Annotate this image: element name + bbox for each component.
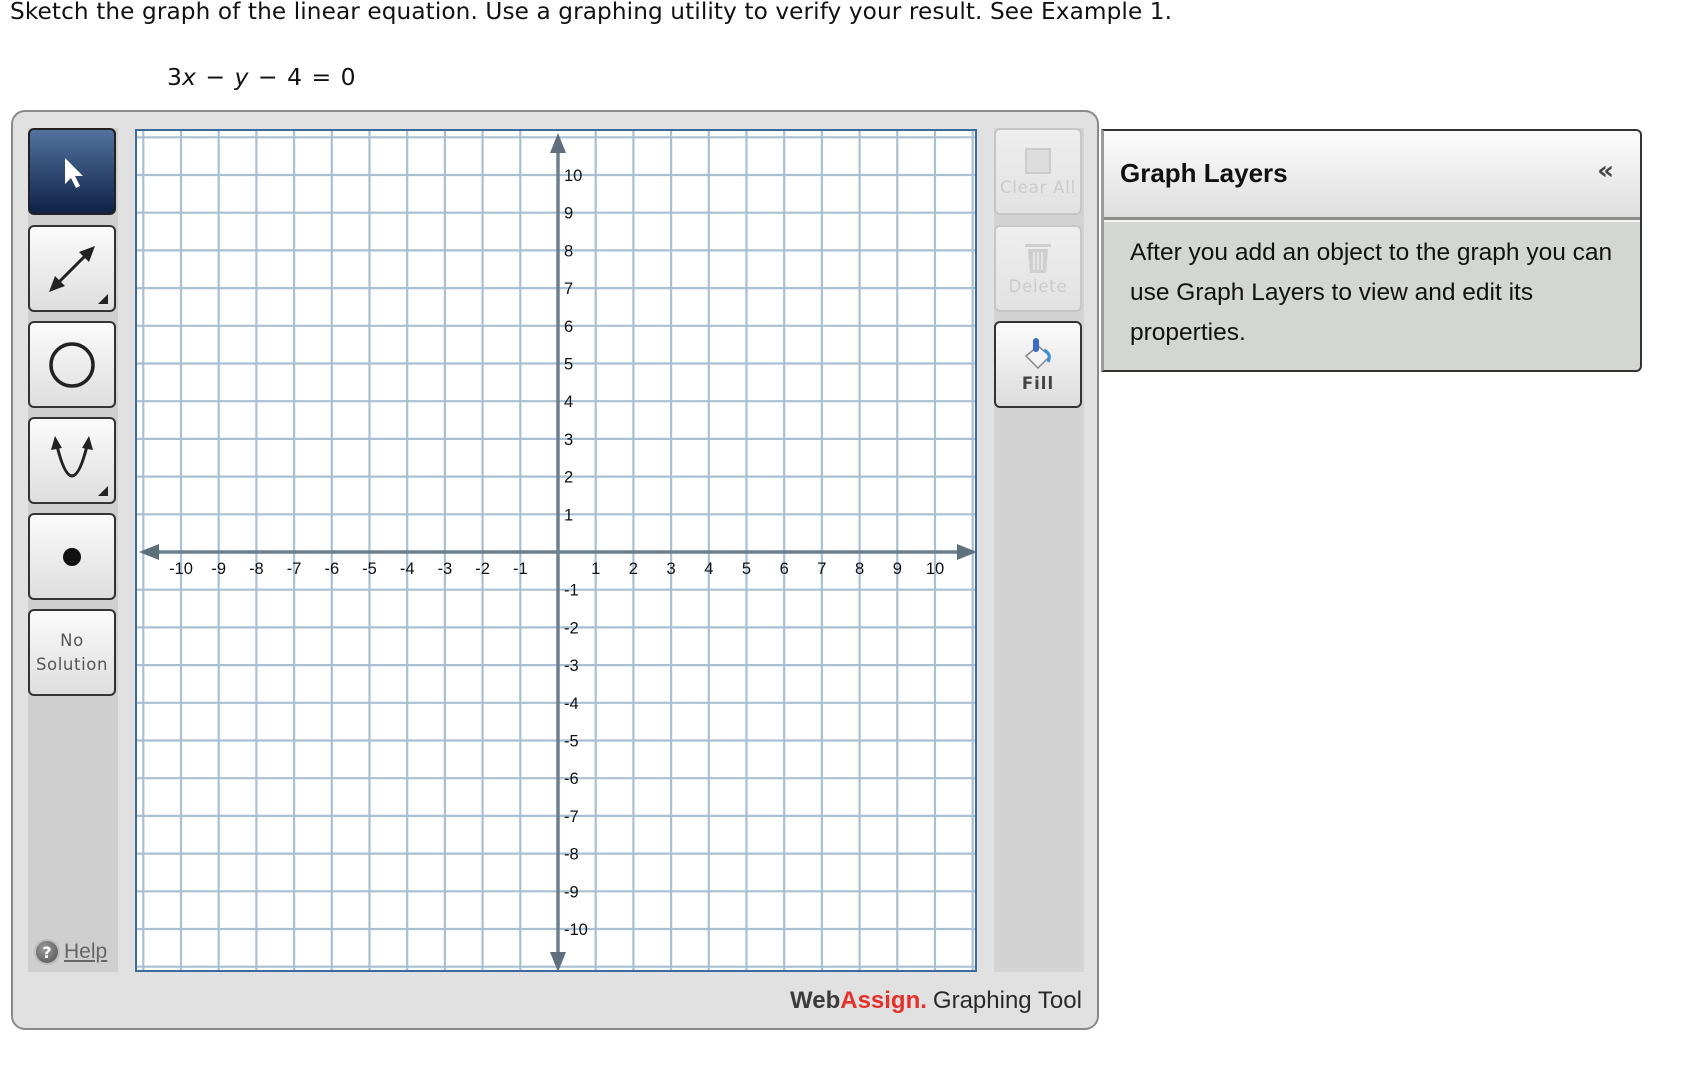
parabola-tool-button[interactable] <box>28 417 116 504</box>
circle-icon <box>49 341 95 388</box>
equation-x: x <box>181 63 196 91</box>
y-tick-label: -7 <box>564 808 579 826</box>
y-tick-label: 1 <box>564 506 573 524</box>
y-tick-label: -10 <box>564 921 588 939</box>
graph-layers-title: Graph Layers <box>1120 158 1288 188</box>
delete-button[interactable]: Delete <box>994 225 1082 312</box>
collapse-icon[interactable]: « <box>1597 156 1614 186</box>
no-solution-label-line1: No <box>60 630 84 650</box>
graph-layers-panel: Graph Layers « After you add an object t… <box>1101 129 1642 372</box>
y-tick-label: 8 <box>564 242 573 260</box>
y-tick-label: -1 <box>564 582 579 600</box>
submenu-indicator-icon <box>98 486 108 496</box>
help-link[interactable]: ? Help <box>34 939 107 965</box>
x-tick-label: -8 <box>249 560 264 578</box>
submenu-indicator-icon <box>98 294 108 304</box>
logo-assign: Assign. <box>840 987 927 1014</box>
clear-all-button[interactable]: Clear All <box>994 128 1082 215</box>
graph-layers-header: Graph Layers « <box>1104 131 1640 220</box>
x-axis-left-arrow-icon <box>139 544 159 560</box>
delete-label: Delete <box>1008 277 1068 296</box>
y-tick-label: 6 <box>564 318 573 336</box>
trash-icon <box>1025 244 1051 273</box>
x-tick-label: 10 <box>926 560 944 578</box>
x-tick-label: 7 <box>817 560 826 578</box>
equation: 3x − y − 4 = 0 <box>167 63 356 91</box>
x-tick-label: -9 <box>211 560 226 578</box>
x-tick-label: -3 <box>438 560 453 578</box>
x-tick-label: 1 <box>591 560 600 578</box>
x-tick-label: 6 <box>780 560 789 578</box>
y-tick-label: -2 <box>564 619 579 637</box>
logo-graphing-tool: Graphing Tool <box>932 987 1082 1014</box>
clear-all-label: Clear All <box>999 178 1077 197</box>
y-axis-up-arrow-icon <box>550 133 566 153</box>
fill-label: Fill <box>1021 374 1055 393</box>
x-axis-right-arrow-icon <box>957 544 975 560</box>
parabola-icon <box>51 435 93 477</box>
x-tick-label: -2 <box>475 560 490 578</box>
y-tick-label: -9 <box>564 883 579 901</box>
point-icon <box>63 547 81 566</box>
circle-tool-button[interactable] <box>28 321 116 408</box>
y-tick-label: 9 <box>564 205 573 223</box>
y-tick-label: 10 <box>564 167 582 185</box>
x-tick-label: -10 <box>169 560 193 578</box>
x-tick-label: 3 <box>667 560 676 578</box>
y-tick-label: -5 <box>564 733 579 751</box>
x-tick-label: 4 <box>704 560 713 578</box>
x-tick-label: 2 <box>629 560 638 578</box>
line-tool-button[interactable] <box>28 225 116 312</box>
y-tick-label: -6 <box>564 770 579 788</box>
y-tick-label: 3 <box>564 431 573 449</box>
y-tick-label: 4 <box>564 393 573 411</box>
x-tick-label: 8 <box>855 560 864 578</box>
x-tick-label: -1 <box>513 560 528 578</box>
help-icon: ? <box>34 939 60 965</box>
webassign-logo: WebAssign. Graphing Tool <box>790 987 1082 1015</box>
y-tick-label: -3 <box>564 657 579 675</box>
no-solution-button[interactable]: No Solution <box>28 609 116 696</box>
point-tool-button[interactable] <box>28 513 116 600</box>
y-tick-label: 7 <box>564 280 573 298</box>
y-tick-label: -4 <box>564 695 579 713</box>
equation-y: y <box>234 63 249 91</box>
help-label[interactable]: Help <box>64 940 107 964</box>
x-tick-label: 5 <box>742 560 751 578</box>
y-tick-label: -8 <box>564 846 579 864</box>
fill-button[interactable]: Fill <box>994 321 1082 408</box>
logo-web: Web <box>790 987 841 1014</box>
question-prompt: Sketch the graph of the linear equation.… <box>10 0 1173 25</box>
select-tool-button[interactable] <box>28 128 116 215</box>
equation-minus: − <box>195 63 235 91</box>
no-solution-label-line2: Solution <box>35 654 109 674</box>
x-tick-label: -5 <box>362 560 377 578</box>
y-tick-label: 2 <box>564 469 573 487</box>
coordinate-plane[interactable]: -10 -9 -8 -7 -6 -5 -4 -3 -2 -1 1 2 3 4 5 6 7 8 9 10 10 9 8 7 6 5 4… <box>137 131 977 972</box>
paint-bucket-icon <box>1024 338 1052 370</box>
graph-layers-description: After you add an object to the graph you… <box>1130 239 1613 346</box>
equation-rest: − 4 = 0 <box>248 63 356 91</box>
x-tick-label: -4 <box>400 560 415 578</box>
pointer-arrow-icon <box>65 157 83 188</box>
double-arrow-line-icon <box>49 245 95 292</box>
x-tick-label: -7 <box>287 560 302 578</box>
y-tick-label: 5 <box>564 356 573 374</box>
y-axis-down-arrow-icon <box>550 952 566 970</box>
x-tick-label: -6 <box>324 560 339 578</box>
equation-coef: 3 <box>167 63 182 91</box>
graph-canvas[interactable]: -10 -9 -8 -7 -6 -5 -4 -3 -2 -1 1 2 3 4 5 6 7 8 9 10 10 9 8 7 6 5 4… <box>135 129 977 972</box>
x-tick-label: 9 <box>893 560 902 578</box>
clear-all-icon <box>1025 148 1051 174</box>
